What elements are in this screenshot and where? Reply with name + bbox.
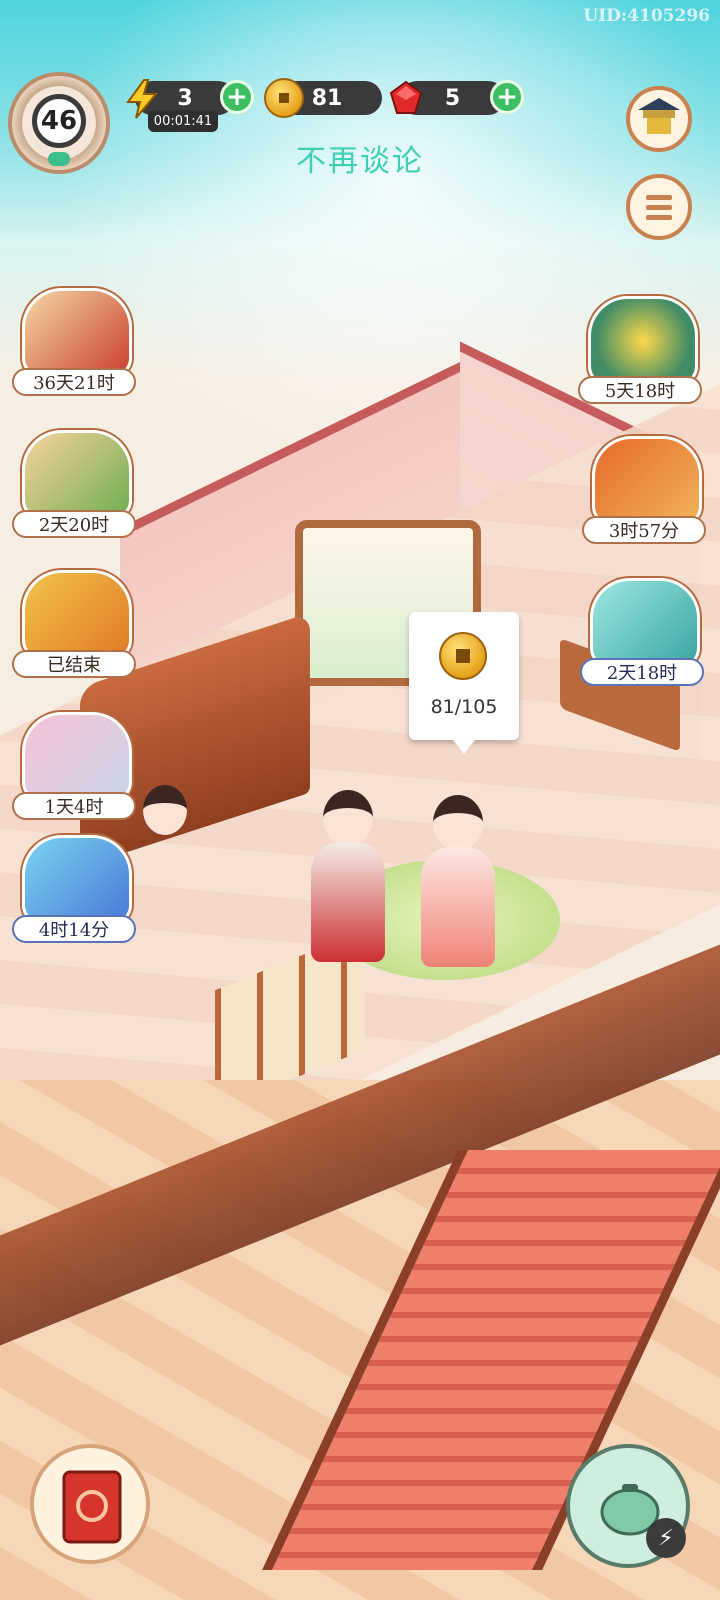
shop-button[interactable]	[626, 86, 692, 152]
level-number: 46	[32, 94, 86, 148]
chrysanthemum-icon	[588, 296, 698, 386]
gems-plus-button[interactable]: +	[490, 80, 524, 114]
event-chrysanthemum[interactable]: 5天18时	[578, 296, 702, 406]
treasure-chest-icon	[592, 436, 702, 526]
energy-timer: 00:01:41	[148, 110, 218, 132]
ruby-icon	[389, 80, 423, 114]
list-menu-icon	[646, 195, 672, 220]
event-timer: 3时57分	[582, 516, 706, 544]
event-timer: 1天4时	[12, 792, 136, 820]
coin-progress-text: 81/105	[430, 696, 498, 718]
fish-icon	[22, 835, 132, 925]
teapot-button[interactable]: ⚡	[566, 1444, 690, 1568]
event-timer: 4时14分	[12, 915, 136, 943]
event-wheat[interactable]: 已结束	[12, 570, 136, 680]
mouse-icon	[22, 712, 132, 802]
uid-label: UID:4105296	[583, 6, 710, 26]
quest-title[interactable]: 不再谈论	[200, 136, 520, 180]
lady-character-red[interactable]	[305, 790, 391, 970]
event-deer[interactable]: 2天20时	[12, 430, 136, 540]
event-chest[interactable]: 3时57分	[582, 436, 706, 546]
cat-gift-icon	[590, 578, 700, 668]
wheat-icon	[22, 570, 132, 660]
journal-button[interactable]	[30, 1444, 150, 1564]
event-timer: 2天20时	[12, 510, 136, 538]
menu-button[interactable]	[626, 174, 692, 240]
event-cat-gift[interactable]: 2天18时	[580, 578, 704, 688]
red-book-icon	[62, 1470, 122, 1544]
event-timer: 36天21时	[12, 368, 136, 396]
coin-collect-bubble[interactable]: 81/105	[409, 612, 519, 754]
event-fish[interactable]: 4时14分	[12, 835, 136, 945]
energy-plus-button[interactable]: +	[220, 80, 254, 114]
event-timer: 5天18时	[578, 376, 702, 404]
coins-value: 81	[311, 85, 343, 111]
gems-value: 5	[444, 85, 461, 111]
event-timer: 已结束	[12, 650, 136, 678]
lady-character-pink[interactable]	[415, 795, 501, 975]
event-mouse[interactable]: 1天4时	[12, 712, 136, 822]
coin-icon	[439, 632, 487, 680]
jade-gem-icon	[48, 152, 70, 166]
level-badge[interactable]: 46	[8, 72, 110, 174]
energy-value: 3	[177, 85, 193, 111]
event-timer: 2天18时	[580, 658, 704, 686]
pavilion-shop-icon	[638, 98, 680, 134]
scroll-book-icon	[22, 288, 132, 378]
maid-character[interactable]	[135, 785, 195, 855]
deer-icon	[22, 430, 132, 520]
switch-icon: ⚡	[646, 1518, 686, 1558]
coin-icon	[264, 78, 304, 118]
event-book[interactable]: 36天21时	[12, 288, 136, 398]
